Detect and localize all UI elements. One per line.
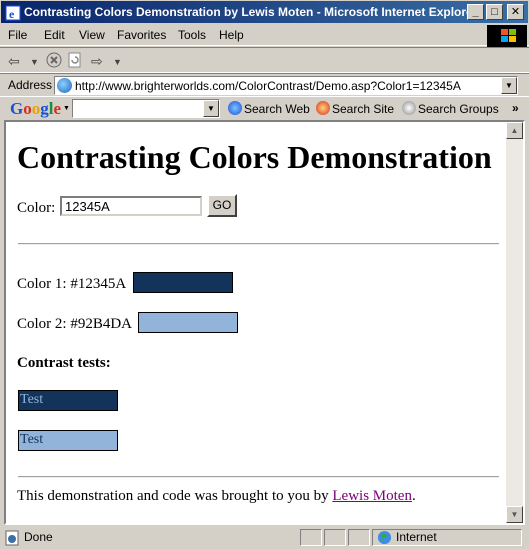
color1-label: Color 1: #12345A bbox=[17, 276, 127, 292]
status-text: Done bbox=[24, 530, 53, 544]
status-cell bbox=[348, 529, 370, 546]
page-icon bbox=[57, 78, 72, 93]
close-button[interactable]: ✕ bbox=[507, 4, 524, 20]
footer-text: This demonstration and code was brought … bbox=[17, 488, 416, 505]
google-search-dropdown-icon[interactable]: ▼ bbox=[203, 100, 219, 117]
status-bar: Done Internet bbox=[0, 527, 529, 549]
page-done-icon bbox=[5, 530, 19, 546]
browser-content: Contrasting Colors Demonstration Color: … bbox=[4, 120, 525, 525]
color-input[interactable]: 12345A bbox=[60, 196, 202, 216]
page-document: Contrasting Colors Demonstration Color: … bbox=[6, 122, 508, 523]
forward-dropdown-icon[interactable]: ▼ bbox=[113, 57, 122, 67]
windows-logo-icon bbox=[487, 25, 527, 47]
address-url[interactable]: http://www.brighterworlds.com/ColorContr… bbox=[75, 79, 461, 93]
google-toolbar: Google ▼ ▼ Search Web Search Site Search… bbox=[0, 96, 529, 120]
search-web-icon bbox=[228, 101, 242, 115]
color1-swatch bbox=[133, 272, 233, 293]
color-label: Color: bbox=[17, 200, 56, 216]
svg-text:e: e bbox=[9, 7, 15, 21]
refresh-icon[interactable] bbox=[67, 52, 83, 68]
menu-file[interactable]: File bbox=[8, 28, 27, 42]
divider bbox=[18, 476, 499, 478]
stop-icon[interactable] bbox=[46, 52, 62, 68]
color2-swatch bbox=[138, 312, 238, 333]
divider bbox=[18, 243, 499, 245]
address-bar: Address http://www.brighterworlds.com/Co… bbox=[0, 73, 529, 96]
search-site-button[interactable]: Search Site bbox=[316, 101, 394, 116]
search-groups-icon bbox=[402, 101, 416, 115]
toolbar-more-chevron-icon[interactable]: » bbox=[512, 101, 519, 115]
maximize-button[interactable]: □ bbox=[486, 4, 503, 20]
search-groups-button[interactable]: Search Groups bbox=[402, 101, 499, 116]
google-logo[interactable]: Google bbox=[10, 99, 61, 119]
search-site-icon bbox=[316, 101, 330, 115]
page-title: Contrasting Colors Demonstration bbox=[17, 139, 492, 175]
contrast-tests-heading: Contrast tests: bbox=[17, 355, 111, 371]
internet-zone-icon bbox=[377, 530, 392, 545]
menu-favorites[interactable]: Favorites bbox=[117, 28, 166, 42]
status-cell bbox=[300, 529, 322, 546]
address-label: Address bbox=[8, 78, 53, 92]
footer-credit-text: This demonstration and code was brought … bbox=[17, 488, 333, 504]
go-button[interactable]: GO bbox=[207, 194, 237, 217]
color2-label: Color 2: #92B4DA bbox=[17, 316, 133, 332]
google-menu-dropdown-icon[interactable]: ▼ bbox=[63, 105, 70, 112]
author-link[interactable]: Lewis Moten bbox=[332, 488, 412, 504]
vertical-scrollbar[interactable]: ▲ ▼ bbox=[506, 122, 523, 523]
back-icon[interactable]: ⇦ bbox=[8, 53, 20, 70]
menu-view[interactable]: View bbox=[79, 28, 105, 42]
window-title: Contrasting Colors Demonstration by Lewi… bbox=[24, 5, 478, 19]
menu-bar: File Edit View Favorites Tools Help bbox=[0, 24, 529, 47]
ie-app-icon[interactable]: e bbox=[5, 5, 21, 21]
back-dropdown-icon[interactable]: ▼ bbox=[30, 57, 39, 67]
minimize-button[interactable]: _ bbox=[467, 4, 484, 20]
navigation-toolbar: ⇦ ▼ ⇨ ▼ bbox=[0, 47, 529, 73]
zone-cell bbox=[372, 529, 522, 546]
contrast-test-light: Test bbox=[18, 430, 118, 451]
address-input[interactable]: http://www.brighterworlds.com/ColorContr… bbox=[54, 76, 518, 95]
search-web-button[interactable]: Search Web bbox=[228, 101, 310, 116]
scroll-down-icon[interactable]: ▼ bbox=[506, 506, 523, 523]
footer-period: . bbox=[411, 488, 416, 504]
menu-edit[interactable]: Edit bbox=[44, 28, 65, 42]
status-cell bbox=[324, 529, 346, 546]
forward-icon[interactable]: ⇨ bbox=[91, 53, 103, 70]
window-controls: _ □ ✕ bbox=[467, 4, 524, 20]
scroll-up-icon[interactable]: ▲ bbox=[506, 122, 523, 139]
menu-tools[interactable]: Tools bbox=[178, 28, 206, 42]
zone-text: Internet bbox=[396, 530, 437, 544]
google-search-input[interactable]: ▼ bbox=[72, 99, 220, 118]
title-bar: e Contrasting Colors Demonstration by Le… bbox=[0, 0, 529, 24]
address-dropdown-icon[interactable]: ▼ bbox=[501, 77, 517, 94]
menu-help[interactable]: Help bbox=[219, 28, 244, 42]
contrast-test-dark: Test bbox=[18, 390, 118, 411]
